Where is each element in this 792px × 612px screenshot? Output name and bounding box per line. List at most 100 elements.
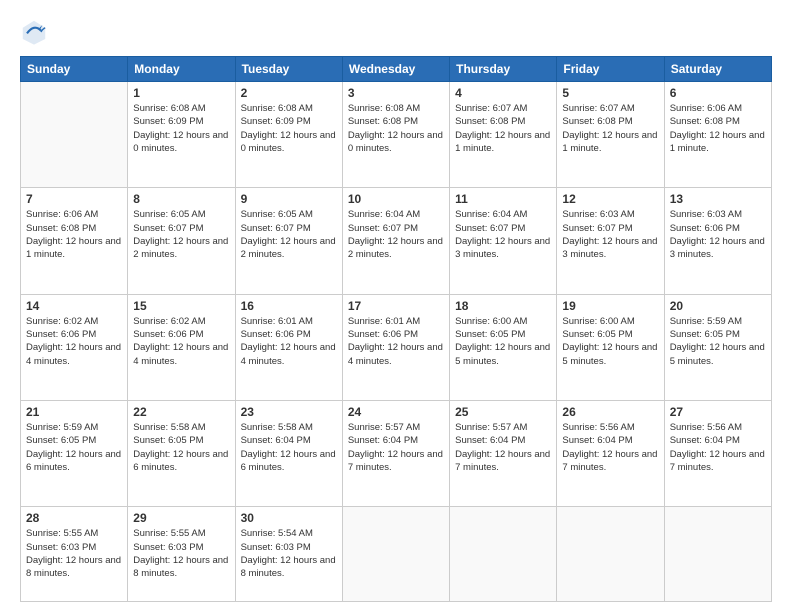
day-info: Sunrise: 5:55 AM Sunset: 6:03 PM Dayligh… bbox=[133, 527, 229, 580]
day-info: Sunrise: 6:06 AM Sunset: 6:08 PM Dayligh… bbox=[26, 208, 122, 261]
day-cell: 30Sunrise: 5:54 AM Sunset: 6:03 PM Dayli… bbox=[235, 507, 342, 602]
day-cell: 6 Sunrise: 6:06 AM Sunset: 6:08 PM Daylig… bbox=[664, 82, 771, 188]
logo-icon bbox=[20, 18, 48, 46]
day-number: 12 bbox=[562, 192, 658, 206]
day-number: 13 bbox=[670, 192, 766, 206]
day-cell: 23 Sunrise: 5:58 AM Sunset: 6:04 PM Dayli… bbox=[235, 401, 342, 507]
day-info: Sunrise: 6:03 AM Sunset: 6:07 PM Dayligh… bbox=[562, 208, 658, 261]
day-info: Sunrise: 6:04 AM Sunset: 6:07 PM Dayligh… bbox=[348, 208, 444, 261]
day-number: 22 bbox=[133, 405, 229, 419]
week-row-2: 14 Sunrise: 6:02 AM Sunset: 6:06 PM Dayli… bbox=[21, 294, 772, 400]
day-info: Sunrise: 5:58 AM Sunset: 6:04 PM Dayligh… bbox=[241, 421, 337, 474]
day-info: Sunrise: 6:05 AM Sunset: 6:07 PM Dayligh… bbox=[241, 208, 337, 261]
day-cell: 12 Sunrise: 6:03 AM Sunset: 6:07 PM Dayli… bbox=[557, 188, 664, 294]
day-info: Sunrise: 6:04 AM Sunset: 6:07 PM Dayligh… bbox=[455, 208, 551, 261]
page: SundayMondayTuesdayWednesdayThursdayFrid… bbox=[0, 0, 792, 612]
day-cell: 24Sunrise: 5:57 AM Sunset: 6:04 PM Dayli… bbox=[342, 401, 449, 507]
day-info: Sunrise: 5:54 AM Sunset: 6:03 PM Dayligh… bbox=[241, 527, 337, 580]
day-info: Sunrise: 5:56 AM Sunset: 6:04 PM Dayligh… bbox=[670, 421, 766, 474]
weekday-saturday: Saturday bbox=[664, 57, 771, 82]
day-cell: 13 Sunrise: 6:03 AM Sunset: 6:06 PM Dayli… bbox=[664, 188, 771, 294]
day-cell: 11 Sunrise: 6:04 AM Sunset: 6:07 PM Dayli… bbox=[450, 188, 557, 294]
day-cell: 16Sunrise: 6:01 AM Sunset: 6:06 PM Dayli… bbox=[235, 294, 342, 400]
day-number: 28 bbox=[26, 511, 122, 525]
day-cell: 19 Sunrise: 6:00 AM Sunset: 6:05 PM Dayli… bbox=[557, 294, 664, 400]
day-info: Sunrise: 6:08 AM Sunset: 6:09 PM Dayligh… bbox=[133, 102, 229, 155]
day-number: 29 bbox=[133, 511, 229, 525]
day-cell: 5 Sunrise: 6:07 AM Sunset: 6:08 PM Daylig… bbox=[557, 82, 664, 188]
day-info: Sunrise: 6:07 AM Sunset: 6:08 PM Dayligh… bbox=[455, 102, 551, 155]
day-cell: 7 Sunrise: 6:06 AM Sunset: 6:08 PM Daylig… bbox=[21, 188, 128, 294]
day-number: 15 bbox=[133, 299, 229, 313]
day-number: 20 bbox=[670, 299, 766, 313]
day-number: 25 bbox=[455, 405, 551, 419]
weekday-sunday: Sunday bbox=[21, 57, 128, 82]
day-number: 21 bbox=[26, 405, 122, 419]
day-cell: 22 Sunrise: 5:58 AM Sunset: 6:05 PM Dayli… bbox=[128, 401, 235, 507]
day-number: 10 bbox=[348, 192, 444, 206]
day-cell bbox=[342, 507, 449, 602]
day-number: 23 bbox=[241, 405, 337, 419]
day-cell: 21Sunrise: 5:59 AM Sunset: 6:05 PM Dayli… bbox=[21, 401, 128, 507]
day-cell: 2Sunrise: 6:08 AM Sunset: 6:09 PM Daylig… bbox=[235, 82, 342, 188]
day-cell bbox=[450, 507, 557, 602]
day-cell: 17 Sunrise: 6:01 AM Sunset: 6:06 PM Dayli… bbox=[342, 294, 449, 400]
day-number: 14 bbox=[26, 299, 122, 313]
weekday-wednesday: Wednesday bbox=[342, 57, 449, 82]
day-number: 4 bbox=[455, 86, 551, 100]
calendar-table: SundayMondayTuesdayWednesdayThursdayFrid… bbox=[20, 56, 772, 602]
logo bbox=[20, 18, 52, 46]
day-cell: 28Sunrise: 5:55 AM Sunset: 6:03 PM Dayli… bbox=[21, 507, 128, 602]
day-cell: 25 Sunrise: 5:57 AM Sunset: 6:04 PM Dayli… bbox=[450, 401, 557, 507]
day-number: 26 bbox=[562, 405, 658, 419]
day-number: 5 bbox=[562, 86, 658, 100]
day-cell: 18 Sunrise: 6:00 AM Sunset: 6:05 PM Dayli… bbox=[450, 294, 557, 400]
day-cell: 9 Sunrise: 6:05 AM Sunset: 6:07 PM Daylig… bbox=[235, 188, 342, 294]
day-info: Sunrise: 6:06 AM Sunset: 6:08 PM Dayligh… bbox=[670, 102, 766, 155]
day-info: Sunrise: 6:00 AM Sunset: 6:05 PM Dayligh… bbox=[562, 315, 658, 368]
day-number: 7 bbox=[26, 192, 122, 206]
week-row-4: 28 Sunrise: 5:55 AM Sunset: 6:03 PM Dayli… bbox=[21, 507, 772, 602]
day-cell: 27 Sunrise: 5:56 AM Sunset: 6:04 PM Dayli… bbox=[664, 401, 771, 507]
week-row-0: 1 Sunrise: 6:08 AM Sunset: 6:09 PM Daylig… bbox=[21, 82, 772, 188]
weekday-friday: Friday bbox=[557, 57, 664, 82]
day-number: 27 bbox=[670, 405, 766, 419]
weekday-thursday: Thursday bbox=[450, 57, 557, 82]
day-cell: 1 Sunrise: 6:08 AM Sunset: 6:09 PM Daylig… bbox=[128, 82, 235, 188]
day-cell: 4 Sunrise: 6:07 AM Sunset: 6:08 PM Daylig… bbox=[450, 82, 557, 188]
day-cell bbox=[557, 507, 664, 602]
day-cell: 3Sunrise: 6:08 AM Sunset: 6:08 PM Daylig… bbox=[342, 82, 449, 188]
day-number: 8 bbox=[133, 192, 229, 206]
day-number: 6 bbox=[670, 86, 766, 100]
week-row-3: 21Sunrise: 5:59 AM Sunset: 6:05 PM Dayli… bbox=[21, 401, 772, 507]
day-number: 9 bbox=[241, 192, 337, 206]
weekday-monday: Monday bbox=[128, 57, 235, 82]
header bbox=[20, 18, 772, 46]
day-cell bbox=[664, 507, 771, 602]
day-info: Sunrise: 6:07 AM Sunset: 6:08 PM Dayligh… bbox=[562, 102, 658, 155]
day-info: Sunrise: 5:56 AM Sunset: 6:04 PM Dayligh… bbox=[562, 421, 658, 474]
day-number: 2 bbox=[241, 86, 337, 100]
day-cell: 26 Sunrise: 5:56 AM Sunset: 6:04 PM Dayli… bbox=[557, 401, 664, 507]
day-number: 17 bbox=[348, 299, 444, 313]
day-info: Sunrise: 6:05 AM Sunset: 6:07 PM Dayligh… bbox=[133, 208, 229, 261]
weekday-tuesday: Tuesday bbox=[235, 57, 342, 82]
day-info: Sunrise: 5:57 AM Sunset: 6:04 PM Dayligh… bbox=[348, 421, 444, 474]
day-info: Sunrise: 5:59 AM Sunset: 6:05 PM Dayligh… bbox=[670, 315, 766, 368]
day-info: Sunrise: 5:57 AM Sunset: 6:04 PM Dayligh… bbox=[455, 421, 551, 474]
day-info: Sunrise: 5:58 AM Sunset: 6:05 PM Dayligh… bbox=[133, 421, 229, 474]
day-number: 1 bbox=[133, 86, 229, 100]
day-info: Sunrise: 6:00 AM Sunset: 6:05 PM Dayligh… bbox=[455, 315, 551, 368]
day-number: 19 bbox=[562, 299, 658, 313]
day-number: 11 bbox=[455, 192, 551, 206]
day-cell: 14 Sunrise: 6:02 AM Sunset: 6:06 PM Dayli… bbox=[21, 294, 128, 400]
day-info: Sunrise: 6:08 AM Sunset: 6:08 PM Dayligh… bbox=[348, 102, 444, 155]
day-cell: 15Sunrise: 6:02 AM Sunset: 6:06 PM Dayli… bbox=[128, 294, 235, 400]
week-row-1: 7 Sunrise: 6:06 AM Sunset: 6:08 PM Daylig… bbox=[21, 188, 772, 294]
day-cell bbox=[21, 82, 128, 188]
day-info: Sunrise: 6:03 AM Sunset: 6:06 PM Dayligh… bbox=[670, 208, 766, 261]
day-number: 18 bbox=[455, 299, 551, 313]
day-info: Sunrise: 6:01 AM Sunset: 6:06 PM Dayligh… bbox=[348, 315, 444, 368]
day-number: 16 bbox=[241, 299, 337, 313]
day-info: Sunrise: 6:02 AM Sunset: 6:06 PM Dayligh… bbox=[26, 315, 122, 368]
